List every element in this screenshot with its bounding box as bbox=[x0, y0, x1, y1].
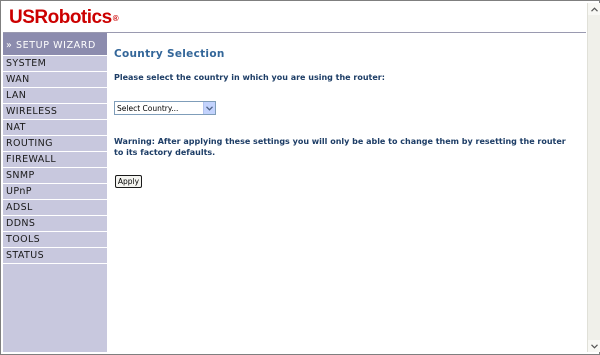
sidebar-item-ddns[interactable]: DDNS bbox=[3, 216, 107, 232]
sidebar-item-system[interactable]: SYSTEM bbox=[3, 56, 107, 72]
sidebar-nav: » SETUP WIZARD SYSTEM WAN LAN WIRELESS N… bbox=[3, 33, 107, 352]
apply-button[interactable]: Apply bbox=[115, 175, 142, 188]
sidebar-item-snmp[interactable]: SNMP bbox=[3, 168, 107, 184]
chevron-down-icon[interactable] bbox=[203, 102, 215, 114]
country-prompt: Please select the country in which you a… bbox=[114, 73, 385, 82]
country-select[interactable]: Select Country... bbox=[114, 101, 216, 115]
scroll-up-arrow-icon[interactable] bbox=[588, 3, 600, 15]
browser-frame: USRobotics® » SETUP WIZARD SYSTEM WAN LA… bbox=[0, 0, 600, 355]
usrobotics-logo: USRobotics® bbox=[9, 7, 119, 29]
sidebar-item-adsl[interactable]: ADSL bbox=[3, 200, 107, 216]
main-content: Country Selection Please select the coun… bbox=[108, 33, 586, 352]
sidebar-item-wireless[interactable]: WIRELESS bbox=[3, 104, 107, 120]
logo-text: USRobotics bbox=[9, 7, 112, 28]
sidebar-item-firewall[interactable]: FIREWALL bbox=[3, 152, 107, 168]
sidebar-item-upnp[interactable]: UPnP bbox=[3, 184, 107, 200]
sidebar-item-routing[interactable]: ROUTING bbox=[3, 136, 107, 152]
sidebar-item-nat[interactable]: NAT bbox=[3, 120, 107, 136]
sidebar-item-setup-wizard[interactable]: » SETUP WIZARD bbox=[3, 33, 107, 56]
sidebar-item-status[interactable]: STATUS bbox=[3, 248, 107, 264]
registered-mark: ® bbox=[112, 14, 119, 23]
scroll-down-arrow-icon[interactable] bbox=[588, 340, 600, 352]
warning-text: Warning: After applying these settings y… bbox=[114, 137, 566, 157]
vertical-scrollbar[interactable] bbox=[587, 3, 600, 352]
sidebar-item-lan[interactable]: LAN bbox=[3, 88, 107, 104]
sidebar-item-tools[interactable]: TOOLS bbox=[3, 232, 107, 248]
header: USRobotics® bbox=[3, 3, 586, 32]
page-title: Country Selection bbox=[114, 48, 225, 60]
sidebar-item-wan[interactable]: WAN bbox=[3, 72, 107, 88]
country-select-value: Select Country... bbox=[117, 104, 179, 113]
